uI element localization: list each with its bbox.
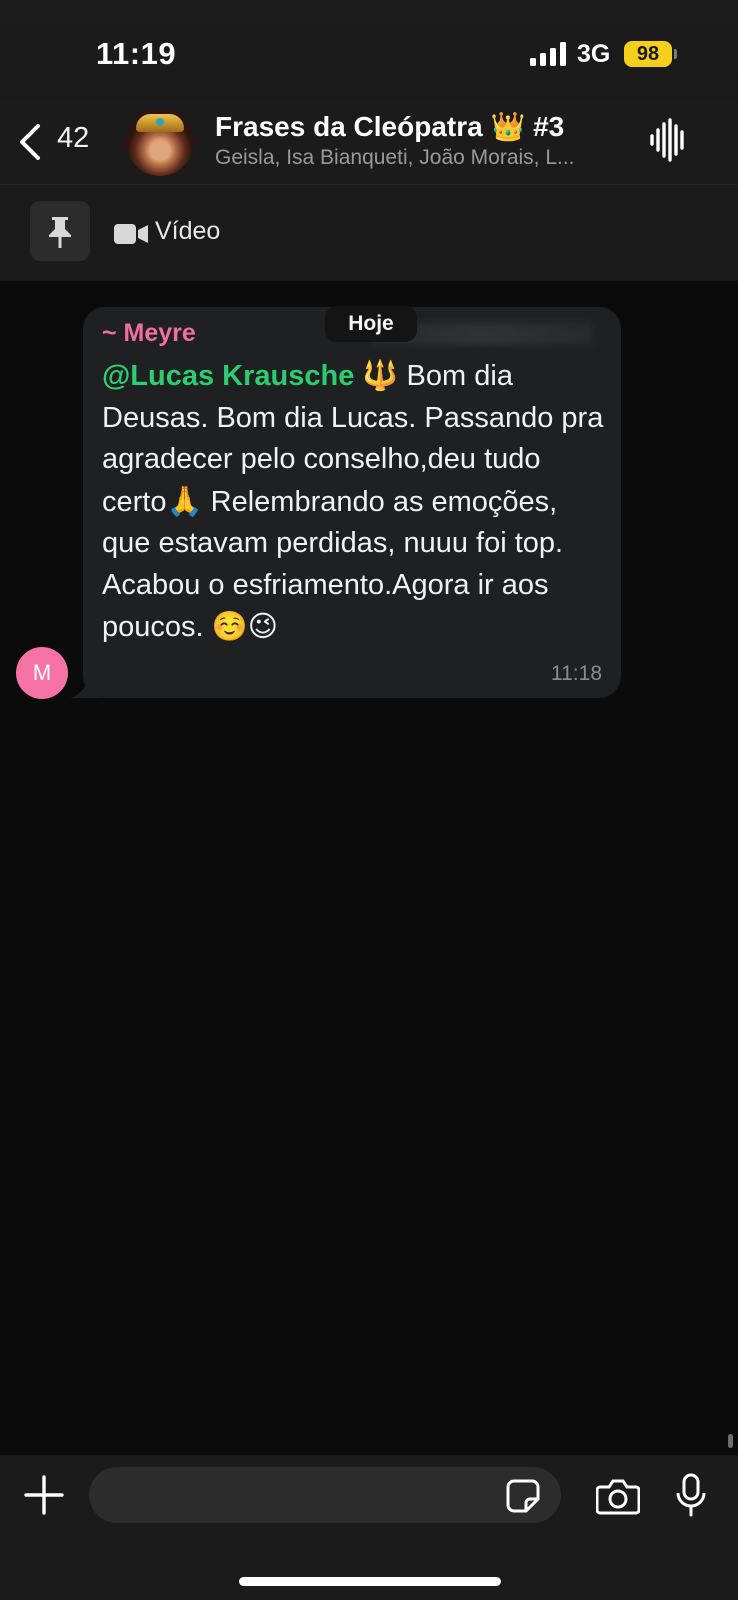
scroll-indicator[interactable]	[728, 1434, 733, 1448]
pin-button[interactable]	[30, 201, 90, 261]
camera-icon[interactable]	[596, 1477, 640, 1515]
group-avatar[interactable]	[126, 108, 194, 176]
trident-emoji: 🔱	[362, 358, 399, 392]
status-bar: 11:19 3G 98	[0, 0, 738, 100]
sticker-icon[interactable]	[506, 1479, 540, 1513]
sender-name[interactable]: ~ Meyre	[102, 319, 196, 348]
network-type: 3G	[577, 40, 611, 68]
chat-members[interactable]: Geisla, Isa Bianqueti, João Morais, L...	[215, 146, 615, 170]
mention-link[interactable]: @Lucas Krausche	[102, 360, 354, 392]
message-bubble[interactable]: ~ Meyre @Lucas Krausche 🔱 Bom dia Deusas…	[83, 307, 621, 698]
chat-header: 42 Frases da Cleópatra 👑 #3 Geisla, Isa …	[0, 100, 738, 184]
chat-title[interactable]: Frases da Cleópatra 👑 #3	[215, 110, 564, 143]
smile-wink-emoji: ☺️😉	[211, 609, 278, 643]
chat-screen: 11:19 3G 98 42 Frases da Cleópatra 👑 #3 …	[0, 0, 738, 1600]
sender-avatar[interactable]: M	[16, 647, 68, 699]
video-camera-icon	[114, 224, 148, 244]
message-time: 11:18	[551, 662, 602, 685]
status-time: 11:19	[96, 36, 177, 71]
audio-waveform-icon[interactable]	[648, 118, 688, 162]
unread-count[interactable]: 42	[57, 122, 89, 155]
pin-icon	[49, 217, 71, 248]
avatar-gem	[156, 118, 164, 126]
message-text: @Lucas Krausche 🔱 Bom dia Deusas. Bom di…	[102, 355, 607, 649]
signal-icon	[530, 42, 566, 66]
pinned-message-bar[interactable]: Vídeo	[0, 185, 738, 281]
date-chip: Hoje	[325, 306, 417, 342]
pinned-label: Vídeo	[155, 217, 221, 245]
battery-level: 98	[624, 41, 672, 67]
microphone-icon[interactable]	[676, 1473, 706, 1517]
message-input[interactable]	[89, 1467, 561, 1523]
home-indicator[interactable]	[239, 1577, 501, 1586]
pray-emoji: 🙏	[166, 483, 203, 518]
chevron-left-icon[interactable]	[14, 120, 44, 164]
plus-icon[interactable]	[24, 1475, 64, 1515]
battery-tip	[674, 49, 677, 59]
